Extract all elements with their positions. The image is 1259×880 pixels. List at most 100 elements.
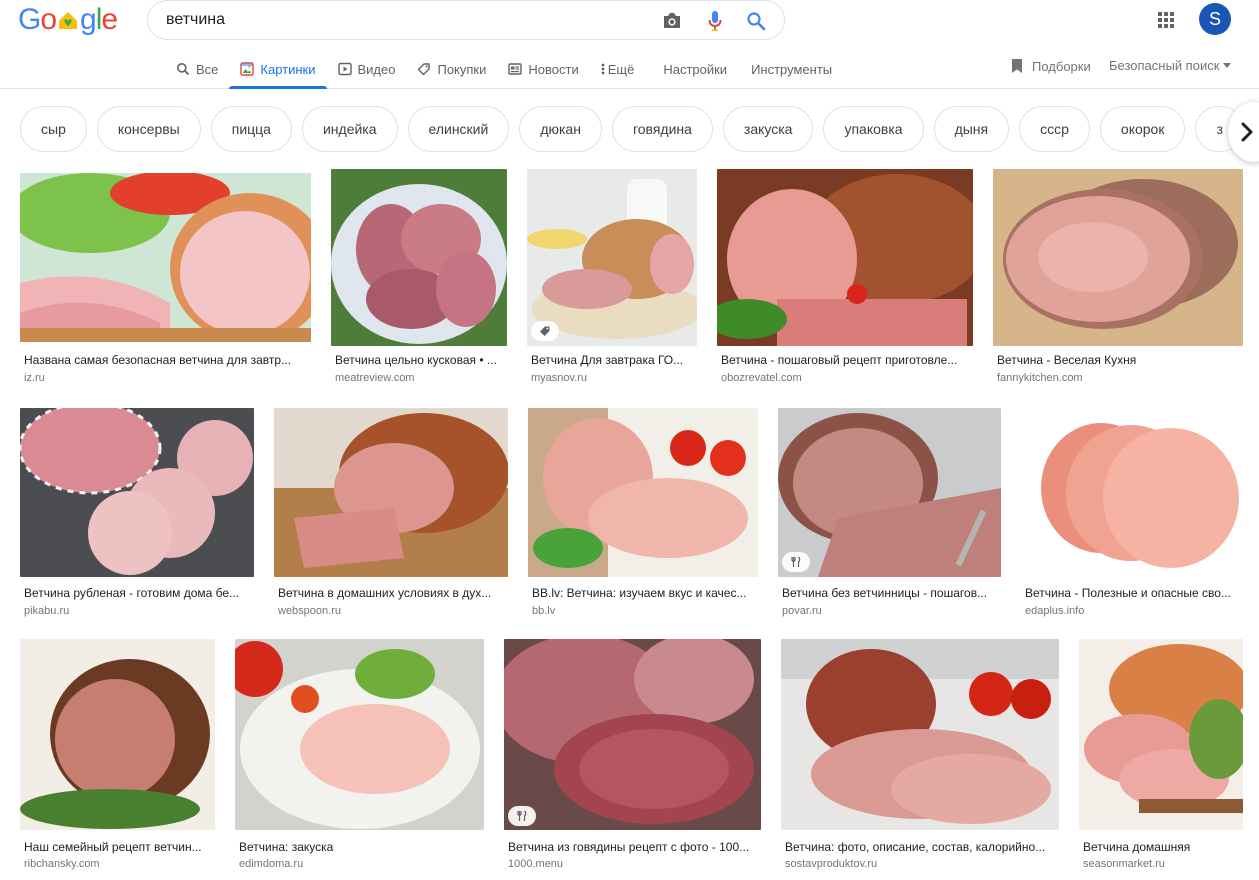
video-icon <box>337 62 352 76</box>
tab-label: Инструменты <box>751 61 833 77</box>
image-result[interactable]: Ветчина рубленая - готовим дома бе... pi… <box>20 408 254 619</box>
image-result[interactable]: Ветчина - Полезные и опасные сво... edap… <box>1021 408 1243 619</box>
tag-icon <box>417 62 431 76</box>
chip-snack[interactable]: закуска <box>722 106 814 152</box>
chip-gammon[interactable]: окорок <box>1099 106 1186 152</box>
result-site: pikabu.ru <box>24 605 70 617</box>
search-box <box>147 0 785 40</box>
image-result[interactable]: BB.lv: Ветчина: изучаем вкус и качес... … <box>528 408 758 619</box>
tag-icon <box>531 321 559 341</box>
chip-pizza[interactable]: пицца <box>210 106 292 152</box>
result-thumbnail[interactable] <box>20 639 215 830</box>
chip-turkey[interactable]: индейка <box>301 106 398 152</box>
caret-down-icon <box>1223 63 1232 68</box>
result-title[interactable]: Ветчина цельно кусковая • ... <box>335 353 507 367</box>
result-thumbnail[interactable] <box>527 169 697 346</box>
result-thumbnail[interactable] <box>235 639 484 830</box>
result-thumbnail[interactable] <box>528 408 758 577</box>
image-result[interactable]: Наш семейный рецепт ветчин... ribchansky… <box>20 639 215 874</box>
news-icon <box>508 62 523 76</box>
image-result[interactable]: Ветчина домашняя seasonmarket.ru <box>1079 639 1243 874</box>
image-result[interactable]: Ветчина - Веселая Кухня fannykitchen.com <box>993 169 1243 388</box>
image-result[interactable]: Ветчина: закуска edimdoma.ru <box>235 639 484 874</box>
collections-button[interactable]: Подборки <box>1010 58 1091 74</box>
result-title[interactable]: Ветчина домашняя <box>1083 840 1243 854</box>
result-site: ribchansky.com <box>24 858 100 870</box>
result-title[interactable]: Ветчина - Веселая Кухня <box>997 353 1243 367</box>
tab-label: Ещё <box>607 61 635 77</box>
result-thumbnail[interactable] <box>1079 639 1243 830</box>
search-icon <box>176 62 190 76</box>
tab-label: Новости <box>528 61 579 77</box>
result-title[interactable]: Ветчина рубленая - готовим дома бе... <box>24 586 254 600</box>
tab-shopping[interactable]: Покупки <box>406 50 497 88</box>
result-title[interactable]: Названа самая безопасная ветчина для зав… <box>24 353 311 367</box>
result-site: seasonmarket.ru <box>1083 858 1165 870</box>
apps-grid-icon[interactable] <box>1152 6 1180 34</box>
tab-video[interactable]: Видео <box>327 50 407 88</box>
chip-elinsky[interactable]: елинский <box>407 106 510 152</box>
collections-label: Подборки <box>1032 58 1091 74</box>
result-title[interactable]: Ветчина - Полезные и опасные сво... <box>1025 586 1243 600</box>
result-site: obozrevatel.com <box>721 372 802 384</box>
tab-label: Покупки <box>437 61 487 77</box>
result-thumbnail[interactable] <box>20 173 311 342</box>
result-title[interactable]: Ветчина без ветчинницы - пошагов... <box>782 586 1001 600</box>
result-site: iz.ru <box>24 372 45 384</box>
tab-more[interactable]: Ещё <box>590 50 646 88</box>
result-title[interactable]: Ветчина Для завтрака ГО... <box>531 353 697 367</box>
related-search-chips: сыр консервы пицца индейка елинский дюка… <box>20 106 1244 152</box>
chip-cheese[interactable]: сыр <box>20 106 87 152</box>
image-result[interactable]: Ветчина - пошаговый рецепт приготовле...… <box>717 169 973 388</box>
result-thumbnail[interactable] <box>993 169 1243 346</box>
result-site: fannykitchen.com <box>997 372 1083 384</box>
result-thumbnail[interactable] <box>504 639 761 830</box>
top-header: Go gle S Все <box>0 0 1259 89</box>
image-result[interactable]: Ветчина из говядины рецепт с фото - 100.… <box>504 639 761 874</box>
result-thumbnail[interactable] <box>778 408 1001 577</box>
tab-news[interactable]: Новости <box>497 50 589 88</box>
image-result[interactable]: Названа самая безопасная ветчина для зав… <box>20 173 311 388</box>
tab-label: Видео <box>357 61 396 77</box>
microphone-icon[interactable] <box>701 7 729 35</box>
account-avatar[interactable]: S <box>1199 3 1231 35</box>
tab-settings[interactable]: Настройки <box>651 50 739 88</box>
search-input[interactable] <box>166 9 646 31</box>
search-tabs: Все Картинки Видео Покупки Новости Ещё Н… <box>165 50 844 89</box>
image-result[interactable]: Ветчина: фото, описание, состав, калорий… <box>781 639 1059 874</box>
result-title[interactable]: Ветчина - пошаговый рецепт приготовле... <box>721 353 973 367</box>
search-icon[interactable] <box>742 7 770 35</box>
google-logo[interactable]: Go gle <box>18 3 118 36</box>
result-title[interactable]: BB.lv: Ветчина: изучаем вкус и качес... <box>532 586 758 600</box>
tab-images[interactable]: Картинки <box>229 50 327 89</box>
result-thumbnail[interactable] <box>274 408 508 577</box>
tab-all[interactable]: Все <box>165 50 229 88</box>
image-result[interactable]: Ветчина цельно кусковая • ... meatreview… <box>331 169 507 388</box>
chip-ussr[interactable]: ссср <box>1019 106 1090 152</box>
result-thumbnail[interactable] <box>717 169 973 346</box>
chevron-right-icon <box>1240 121 1254 143</box>
image-result[interactable]: Ветчина Для завтрака ГО... myasnov.ru <box>527 169 697 388</box>
result-site: edimdoma.ru <box>239 858 304 870</box>
tab-tools[interactable]: Инструменты <box>739 50 844 88</box>
result-title[interactable]: Ветчина: фото, описание, состав, калорий… <box>785 840 1059 854</box>
result-title[interactable]: Ветчина из говядины рецепт с фото - 100.… <box>508 840 761 854</box>
tab-label: Все <box>196 61 219 77</box>
image-result[interactable]: Ветчина без ветчинницы - пошагов... pova… <box>778 408 1001 619</box>
result-title[interactable]: Ветчина в домашних условиях в дух... <box>278 586 508 600</box>
result-title[interactable]: Ветчина: закуска <box>239 840 484 854</box>
image-result[interactable]: Ветчина в домашних условиях в дух... web… <box>274 408 508 619</box>
result-thumbnail[interactable] <box>331 169 507 346</box>
result-thumbnail[interactable] <box>1021 408 1243 577</box>
chip-melon[interactable]: дыня <box>933 106 1010 152</box>
safesearch-dropdown[interactable]: Безопасный поиск <box>1109 58 1232 73</box>
chip-canned[interactable]: консервы <box>96 106 201 152</box>
chip-packaging[interactable]: упаковка <box>823 106 924 152</box>
result-thumbnail[interactable] <box>781 639 1059 830</box>
camera-icon[interactable] <box>658 7 686 35</box>
result-title[interactable]: Наш семейный рецепт ветчин... <box>24 840 215 854</box>
bookmark-icon <box>1010 58 1024 74</box>
chip-dukan[interactable]: дюкан <box>519 106 602 152</box>
chip-beef[interactable]: говядина <box>611 106 713 152</box>
result-thumbnail[interactable] <box>20 408 254 577</box>
